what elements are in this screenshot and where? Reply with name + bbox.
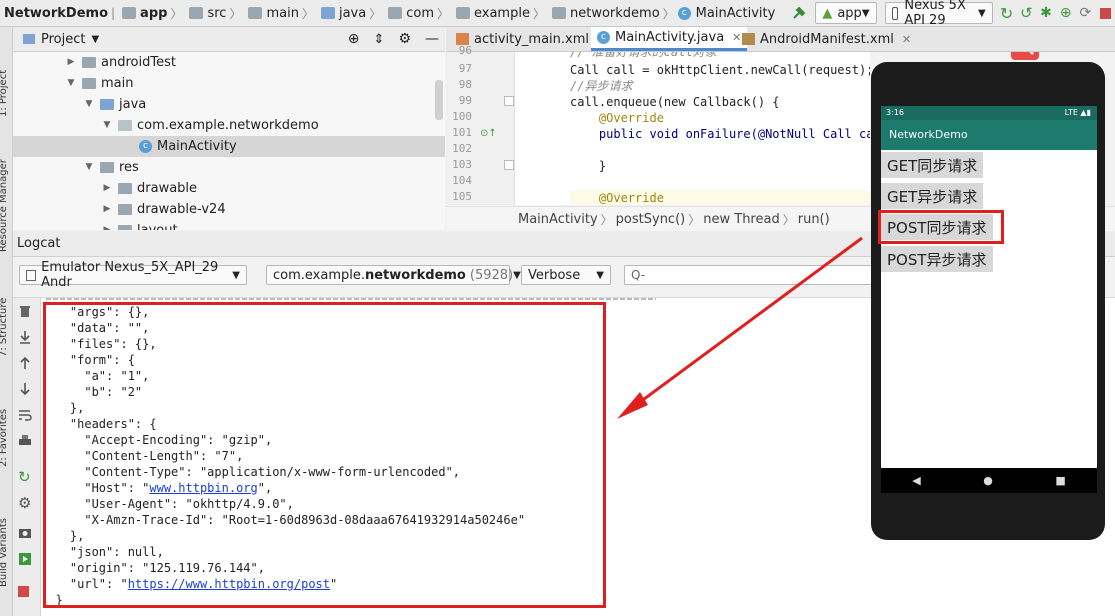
annotation-arrow <box>617 236 863 419</box>
